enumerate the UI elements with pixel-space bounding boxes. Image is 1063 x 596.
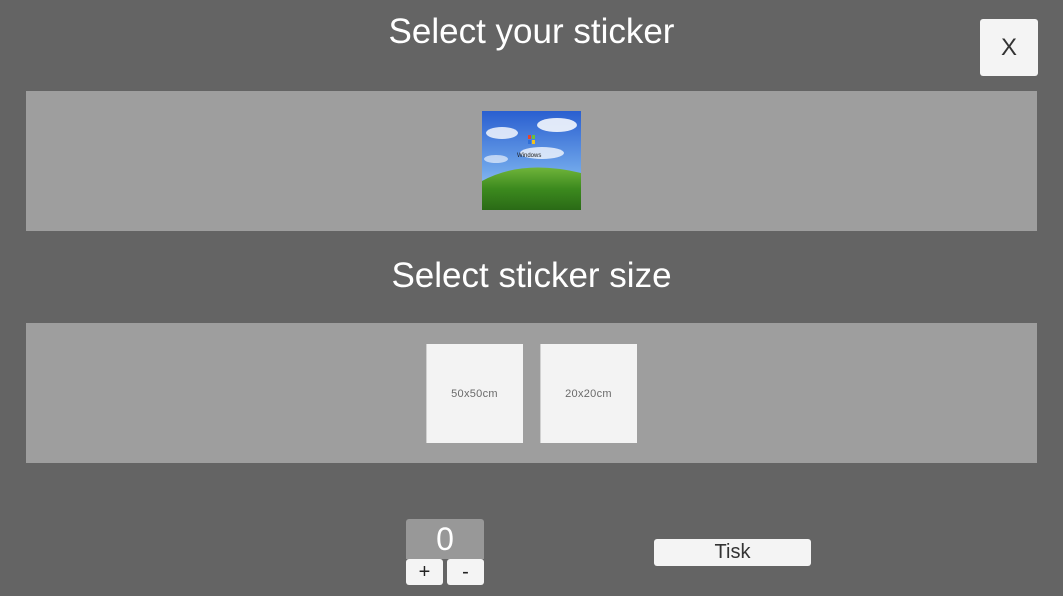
bliss-wallpaper-image: Windows <box>482 111 581 210</box>
sticker-thumbnail[interactable]: Windows <box>482 111 581 210</box>
close-label: X <box>1000 33 1017 61</box>
windows-logo-text: Windows <box>517 153 541 159</box>
sticker-panel: Windows <box>26 91 1037 231</box>
sticker-select-title: Select your sticker <box>388 12 675 51</box>
size-option-50x50[interactable]: 50x50cm <box>426 344 523 443</box>
close-button[interactable]: X <box>980 19 1038 76</box>
print-button[interactable]: Tisk <box>654 539 811 566</box>
decrement-button[interactable]: - <box>447 559 484 585</box>
size-option-label: 20x20cm <box>565 387 612 400</box>
size-select-title: Select sticker size <box>391 256 672 295</box>
increment-button[interactable]: + <box>406 559 443 585</box>
size-option-20x20[interactable]: 20x20cm <box>540 344 637 443</box>
size-option-label: 50x50cm <box>451 387 498 400</box>
quantity-display: 0 <box>406 519 484 559</box>
size-panel: 50x50cm 20x20cm <box>26 323 1037 463</box>
